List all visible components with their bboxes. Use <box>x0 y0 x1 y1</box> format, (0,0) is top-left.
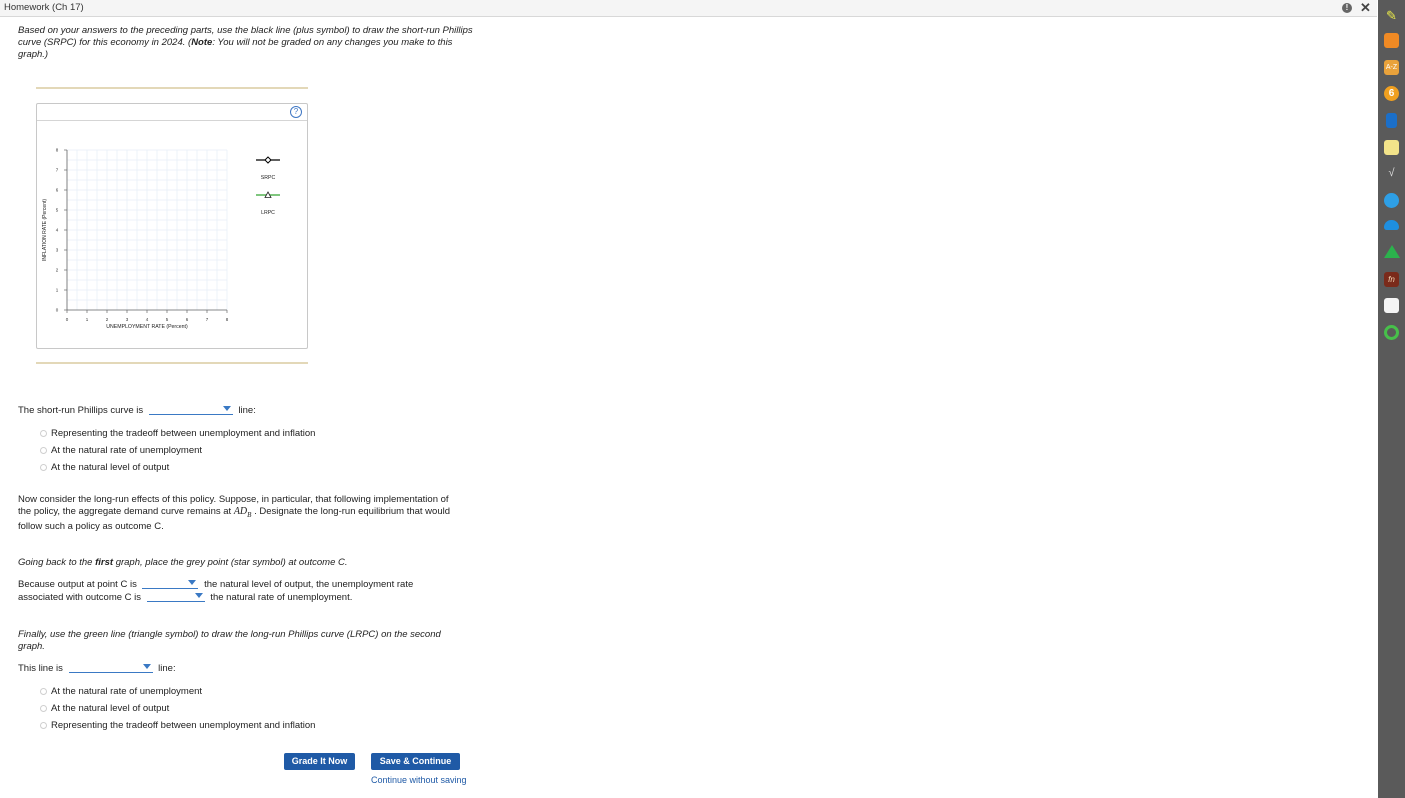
radio-icon[interactable] <box>40 705 47 712</box>
lrpc-option[interactable]: At the natural rate of unemployment <box>40 686 202 697</box>
question-output: Because output at point C is the natural… <box>18 578 458 604</box>
srpc-option-label: Representing the tradeoff between unempl… <box>51 428 316 439</box>
question-lrpc: This line is line: <box>18 662 176 675</box>
question-output-d: the natural rate of unemployment. <box>210 592 353 603</box>
x-tick-label: 6 <box>186 317 189 322</box>
question-srpc: The short-run Phillips curve is line: <box>18 404 256 417</box>
six-icon[interactable]: 6 <box>1384 86 1399 101</box>
y-tick-label: 3 <box>56 248 59 253</box>
ring-icon[interactable] <box>1384 325 1399 340</box>
phillips-graph[interactable]: 0 1 2 3 4 5 6 7 8 0 1 2 3 4 5 6 7 8 UNEMPLOYMENT RATE (Per… <box>37 104 309 350</box>
ad-math: ADB <box>233 506 252 519</box>
x-tick-label: 5 <box>166 317 169 322</box>
drive-icon[interactable] <box>1384 245 1400 258</box>
ad-label: AD <box>233 506 248 517</box>
x-tick-label: 8 <box>226 317 229 322</box>
chevron-down-icon <box>222 406 231 411</box>
circle-blue-icon[interactable] <box>1384 193 1399 208</box>
question-output-a: Because output at point C is <box>18 579 137 590</box>
y-tick-label: 6 <box>56 188 59 193</box>
x-tick-label: 7 <box>206 317 209 322</box>
radio-icon[interactable] <box>40 688 47 695</box>
x-tick-label: 4 <box>146 317 149 322</box>
divider-top <box>36 87 308 89</box>
question-srpc-suffix: line: <box>238 405 256 416</box>
x-tick-label: 0 <box>66 317 69 322</box>
lrpc-option-label: Representing the tradeoff between unempl… <box>51 720 316 731</box>
legend-label: SRPC <box>261 175 276 181</box>
chevron-down-icon <box>188 580 197 585</box>
srpc-dropdown[interactable] <box>148 404 233 415</box>
y-tick-label: 8 <box>56 148 59 153</box>
continue-without-saving-link[interactable]: Continue without saving <box>371 775 467 785</box>
extension-sidebar: ✎ A-Z 6 √ fn <box>1378 0 1405 798</box>
question-lrpc-prefix: This line is <box>18 663 63 674</box>
intro-text: Based on your answers to the preceding p… <box>18 25 473 61</box>
y-tick-label: 0 <box>56 308 59 313</box>
radio-icon[interactable] <box>40 722 47 729</box>
x-axis-label: UNEMPLOYMENT RATE (Percent) <box>106 324 188 330</box>
fn-icon[interactable]: fn <box>1384 272 1399 287</box>
math-icon[interactable]: √ <box>1384 166 1399 181</box>
save-continue-button[interactable]: Save & Continue <box>371 753 460 770</box>
main-content: Based on your answers to the preceding p… <box>0 17 1378 798</box>
lrpc-instruction: Finally, use the green line (triangle sy… <box>18 629 458 653</box>
y-tick-label: 2 <box>56 268 59 273</box>
lrpc-instruction-text: Finally, use the green line (triangle sy… <box>18 629 441 652</box>
srpc-option-label: At the natural level of output <box>51 462 170 473</box>
az-icon[interactable]: A-Z <box>1384 60 1399 75</box>
y-tick-label: 4 <box>56 228 59 233</box>
x-tick-label: 2 <box>106 317 109 322</box>
lrpc-option-label: At the natural rate of unemployment <box>51 686 203 697</box>
y-tick-label: 7 <box>56 168 59 173</box>
title-bar: Homework (Ch 17) ! ✕ <box>0 0 1377 17</box>
legend-plus-icon <box>264 156 272 164</box>
question-output-b: the natural level of output, the unemplo… <box>204 579 414 590</box>
ad-subscript: B <box>247 511 252 519</box>
question-output-c: associated with outcome C is <box>18 592 142 603</box>
legend-label: LRPC <box>261 210 275 216</box>
place-point-pre: Going back to the <box>18 557 93 568</box>
place-point-instruction: Going back to the first graph, place the… <box>18 557 348 569</box>
x-tick-label: 1 <box>86 317 89 322</box>
graph-panel[interactable]: ? 0 1 2 3 4 5 6 7 8 0 1 2 3 4 5 6 7 8 UNEMPLOYMENT RATE (P… <box>36 103 308 349</box>
lrpc-option[interactable]: Representing the tradeoff between unempl… <box>40 720 315 731</box>
radio-icon[interactable] <box>40 447 47 454</box>
note-label: Note <box>191 37 213 48</box>
place-point-post: graph, place the grey point (star symbol… <box>115 557 348 568</box>
y-tick-label: 5 <box>56 208 59 213</box>
question-srpc-prefix: The short-run Phillips curve is <box>18 405 144 416</box>
lrpc-dropdown[interactable] <box>68 662 153 673</box>
lrpc-option-label: At the natural level of output <box>51 703 170 714</box>
window-title: Homework (Ch 17) <box>4 2 84 13</box>
paper-icon[interactable] <box>1384 298 1399 313</box>
srpc-option[interactable]: At the natural rate of unemployment <box>40 445 202 456</box>
note-icon[interactable] <box>1384 140 1399 155</box>
srpc-option[interactable]: Representing the tradeoff between unempl… <box>40 428 315 439</box>
grade-it-now-button[interactable]: Grade It Now <box>284 753 355 770</box>
y-axis-label: INFLATION RATE (Percent) <box>42 199 48 261</box>
srpc-option-label: At the natural rate of unemployment <box>51 445 203 456</box>
lrpc-option[interactable]: At the natural level of output <box>40 703 169 714</box>
chevron-down-icon <box>194 593 203 598</box>
rss-icon[interactable] <box>1384 33 1399 48</box>
place-point-bold: first <box>95 557 114 568</box>
question-lrpc-suffix: line: <box>158 663 176 674</box>
book-icon[interactable] <box>1386 113 1397 128</box>
srpc-option[interactable]: At the natural level of output <box>40 462 169 473</box>
y-tick-label: 1 <box>56 288 59 293</box>
chevron-down-icon <box>142 664 151 669</box>
close-icon[interactable]: ✕ <box>1360 0 1371 16</box>
unemployment-comparison-dropdown[interactable] <box>146 591 205 602</box>
cloud-icon[interactable] <box>1384 220 1399 230</box>
radio-icon[interactable] <box>40 430 47 437</box>
radio-icon[interactable] <box>40 464 47 471</box>
divider-bottom <box>36 362 308 364</box>
long-run-paragraph: Now consider the long-run effects of thi… <box>18 494 463 533</box>
pencil-icon[interactable]: ✎ <box>1384 8 1399 23</box>
x-tick-label: 3 <box>126 317 129 322</box>
output-comparison-dropdown[interactable] <box>142 578 199 589</box>
info-icon[interactable]: ! <box>1342 3 1352 13</box>
